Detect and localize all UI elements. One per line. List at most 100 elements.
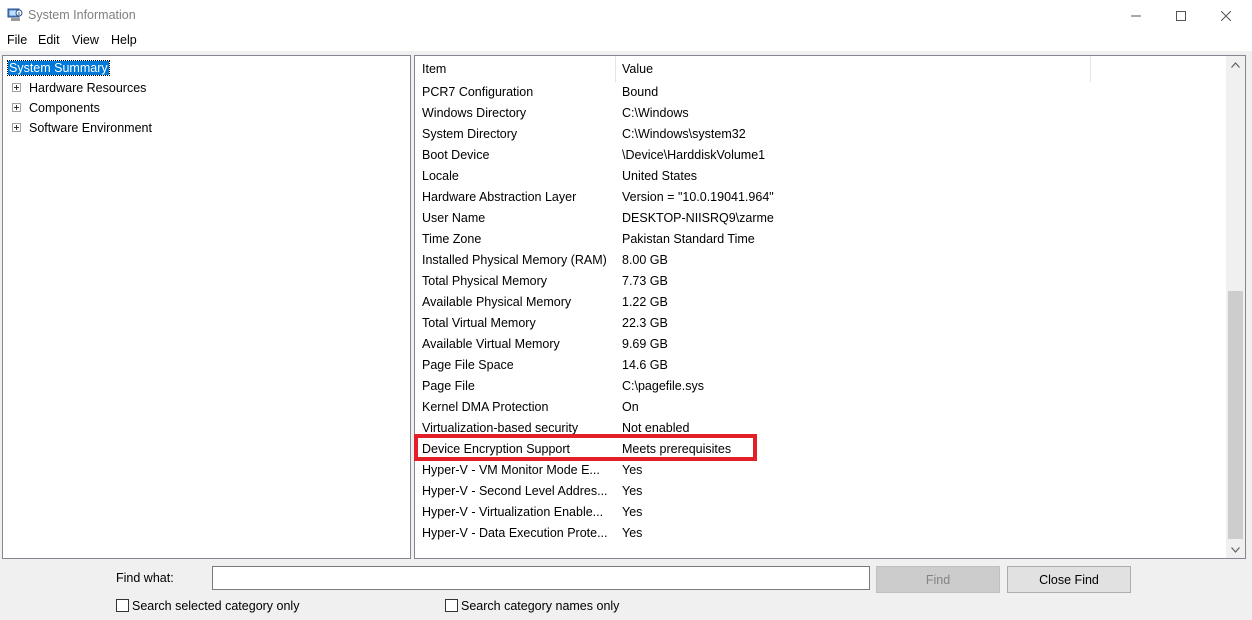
system-information-icon	[7, 8, 23, 21]
minimize-button[interactable]	[1113, 0, 1159, 31]
value-cell: 14.6 GB	[622, 358, 668, 372]
search-category-names-checkbox[interactable]	[445, 599, 458, 612]
value-cell: Meets prerequisites	[622, 442, 732, 456]
column-header-item[interactable]: Item	[422, 56, 446, 82]
tree-item-label: System Summary	[7, 60, 110, 76]
table-row[interactable]: Available Virtual Memory 9.69 GB	[415, 334, 1227, 355]
menu-edit[interactable]: Edit	[38, 33, 60, 47]
scroll-thumb[interactable]	[1228, 291, 1243, 539]
item-cell: PCR7 Configuration	[422, 85, 534, 99]
tree-item-software-environment[interactable]: Software Environment	[12, 119, 152, 137]
find-bar: Find what: Find Close Find Search select…	[0, 560, 1252, 620]
scroll-down-button[interactable]	[1226, 541, 1245, 558]
item-cell: User Name	[422, 211, 486, 225]
item-cell: Virtualization-based security	[422, 421, 579, 435]
category-tree[interactable]: System Summary Hardware Resources Compon…	[2, 55, 411, 559]
value-cell: 1.22 GB	[622, 295, 668, 309]
item-cell: Available Physical Memory	[422, 295, 572, 309]
scroll-up-button[interactable]	[1226, 56, 1245, 73]
table-row[interactable]: Time Zone Pakistan Standard Time	[415, 229, 1227, 250]
details-list[interactable]: Item Value PCR7 Configuration Bound Window…	[414, 55, 1246, 559]
expand-icon[interactable]	[12, 103, 21, 112]
item-cell: Kernel DMA Protection	[422, 400, 549, 414]
value-cell: Not enabled	[622, 421, 690, 435]
item-cell: Hyper-V - VM Monitor Mode E...	[422, 463, 600, 477]
column-header-value[interactable]: Value	[622, 56, 653, 82]
table-row[interactable]: Virtualization-based security Not enabled	[415, 418, 1227, 439]
table-row[interactable]: Installed Physical Memory (RAM) 8.00 GB	[415, 250, 1227, 271]
item-cell: Hyper-V - Data Execution Prote...	[422, 526, 608, 540]
search-selected-category-checkbox[interactable]	[116, 599, 129, 612]
value-cell: Yes	[622, 463, 643, 477]
table-row[interactable]: Hyper-V - Second Level Addres... Yes	[415, 481, 1227, 502]
find-input[interactable]	[212, 566, 870, 590]
menu-view[interactable]: View	[72, 33, 99, 47]
value-cell: 8.00 GB	[622, 253, 668, 267]
tree-item-hardware-resources[interactable]: Hardware Resources	[12, 79, 146, 97]
table-row[interactable]: Device Encryption Support Meets prerequis…	[415, 439, 1227, 460]
value-cell: Yes	[622, 505, 643, 519]
find-button[interactable]: Find	[876, 566, 1000, 593]
minimize-icon	[1131, 15, 1141, 16]
value-cell: 9.69 GB	[622, 337, 668, 351]
value-cell: C:\pagefile.sys	[622, 379, 704, 393]
menu-bar: File Edit View Help	[0, 31, 1252, 51]
close-icon	[1221, 10, 1231, 21]
item-cell: Locale	[422, 169, 459, 183]
value-cell: 7.73 GB	[622, 274, 668, 288]
table-row[interactable]: Available Physical Memory 1.22 GB	[415, 292, 1227, 313]
table-row[interactable]: User Name DESKTOP-NIISRQ9\zarme	[415, 208, 1227, 229]
value-cell: C:\Windows	[622, 106, 689, 120]
tree-item-components[interactable]: Components	[12, 99, 100, 117]
table-row[interactable]: Hyper-V - Virtualization Enable... Yes	[415, 502, 1227, 523]
value-cell: \Device\HarddiskVolume1	[622, 148, 766, 162]
chevron-up-icon	[1231, 61, 1240, 68]
vertical-scrollbar[interactable]	[1226, 56, 1245, 558]
close-button[interactable]	[1203, 0, 1249, 31]
item-cell: Total Physical Memory	[422, 274, 548, 288]
value-cell: Bound	[622, 85, 659, 99]
table-row[interactable]: Total Physical Memory 7.73 GB	[415, 271, 1227, 292]
tree-item-system-summary[interactable]: System Summary	[7, 59, 110, 77]
item-cell: Total Virtual Memory	[422, 316, 536, 330]
close-find-button[interactable]: Close Find	[1007, 566, 1131, 593]
item-cell: Boot Device	[422, 148, 490, 162]
search-category-names-label[interactable]: Search category names only	[461, 599, 619, 613]
table-row[interactable]: Page File Space 14.6 GB	[415, 355, 1227, 376]
column-divider[interactable]	[1090, 56, 1091, 82]
table-row[interactable]: Hyper-V - Data Execution Prote... Yes	[415, 523, 1227, 544]
item-cell: Device Encryption Support	[422, 442, 570, 456]
item-cell: Windows Directory	[422, 106, 527, 120]
table-row[interactable]: Boot Device \Device\HarddiskVolume1	[415, 145, 1227, 166]
table-row[interactable]: PCR7 Configuration Bound	[415, 82, 1227, 103]
value-cell: Yes	[622, 484, 643, 498]
tree-item-label: Software Environment	[29, 121, 152, 135]
table-row[interactable]: System Directory C:\Windows\system32	[415, 124, 1227, 145]
tree-item-label: Hardware Resources	[29, 81, 147, 95]
column-divider[interactable]	[615, 56, 616, 82]
table-row[interactable]: Total Virtual Memory 22.3 GB	[415, 313, 1227, 334]
item-cell: Time Zone	[422, 232, 482, 246]
table-row[interactable]: Locale United States	[415, 166, 1227, 187]
item-cell: Page File Space	[422, 358, 514, 372]
menu-help[interactable]: Help	[111, 33, 137, 47]
table-row[interactable]: Page File C:\pagefile.sys	[415, 376, 1227, 397]
expand-icon[interactable]	[12, 123, 21, 132]
table-row[interactable]: Hardware Abstraction Layer Version = "10.…	[415, 187, 1227, 208]
value-cell: 22.3 GB	[622, 316, 668, 330]
search-selected-category-label[interactable]: Search selected category only	[132, 599, 299, 613]
maximize-icon	[1176, 10, 1186, 21]
window-title: System Information	[28, 8, 136, 22]
list-body: PCR7 Configuration Bound Windows Directory…	[415, 82, 1227, 544]
find-what-label: Find what:	[116, 571, 174, 585]
expand-icon[interactable]	[12, 83, 21, 92]
maximize-button[interactable]	[1158, 0, 1204, 31]
value-cell: United States	[622, 169, 698, 183]
chevron-down-icon	[1231, 546, 1240, 553]
table-row[interactable]: Windows Directory C:\Windows	[415, 103, 1227, 124]
menu-file[interactable]: File	[7, 33, 27, 47]
table-row[interactable]: Hyper-V - VM Monitor Mode E... Yes	[415, 460, 1227, 481]
table-row[interactable]: Kernel DMA Protection On	[415, 397, 1227, 418]
title-bar: System Information	[0, 0, 1252, 31]
value-cell: DESKTOP-NIISRQ9\zarme	[622, 211, 774, 225]
